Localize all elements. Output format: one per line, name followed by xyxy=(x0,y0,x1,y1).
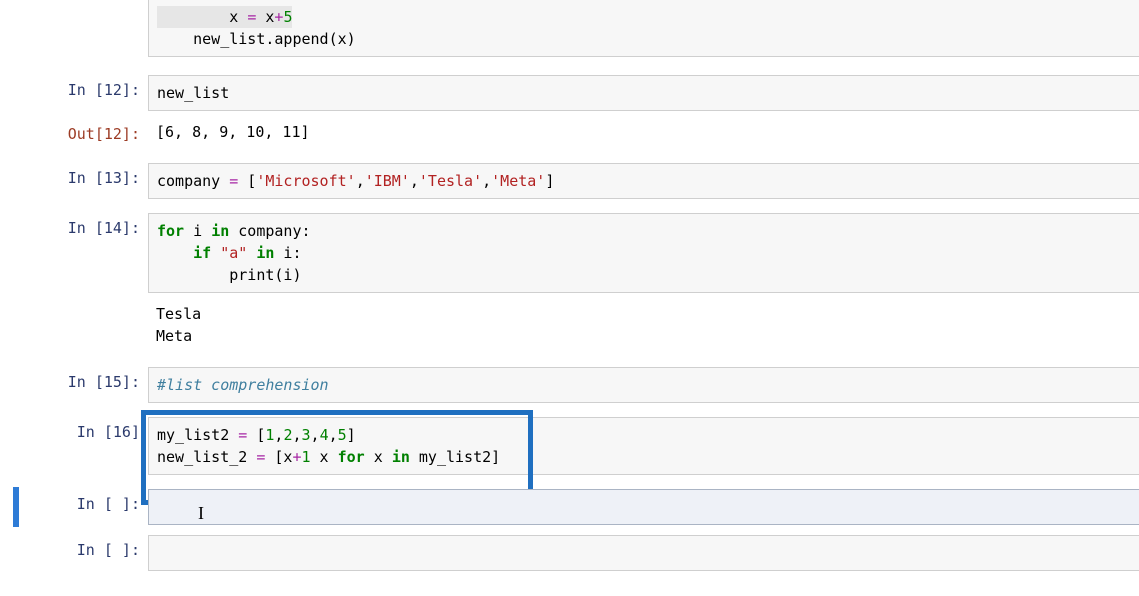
code-input[interactable]: company = ['Microsoft','IBM','Tesla','Me… xyxy=(148,163,1139,199)
prompt-empty xyxy=(0,301,148,307)
code-input[interactable]: for i in company: if "a" in i: print(i) xyxy=(148,213,1139,293)
output-cell-12: Out[12]: [6, 8, 9, 10, 11] xyxy=(0,119,1139,149)
code-cell-16[interactable]: In [16] my_list2 = [1,2,3,4,5] new_list_… xyxy=(0,417,1139,475)
prompt-in: In [15]: xyxy=(0,367,148,391)
code-input[interactable]: my_list2 = [1,2,3,4,5] new_list_2 = [x+1… xyxy=(148,417,1139,475)
prompt-out: Out[12]: xyxy=(0,119,148,143)
code-input[interactable] xyxy=(148,535,1139,571)
selection-bar xyxy=(13,487,19,527)
prompt-in: In [ ]: xyxy=(0,489,148,513)
prompt-in: In [12]: xyxy=(0,75,148,99)
prompt-in: In [13]: xyxy=(0,163,148,187)
code-cell-13[interactable]: In [13]: company = ['Microsoft','IBM','T… xyxy=(0,163,1139,199)
output-cell-14: Tesla Meta xyxy=(0,301,1139,353)
code-input[interactable] xyxy=(148,489,1139,525)
cell-output: [6, 8, 9, 10, 11] xyxy=(148,119,1139,149)
code-cell-14[interactable]: In [14]: for i in company: if "a" in i: … xyxy=(0,213,1139,293)
code-cell-empty[interactable]: In [ ]: xyxy=(0,535,1139,571)
notebook: x = x+5 new_list.append(x) In [12]: new_… xyxy=(0,0,1139,571)
prompt-in: In [16] xyxy=(0,417,148,441)
code-cell-15[interactable]: In [15]: #list comprehension xyxy=(0,367,1139,403)
cell-output: Tesla Meta xyxy=(148,301,1139,353)
code-input[interactable]: #list comprehension xyxy=(148,367,1139,403)
code-cell-12[interactable]: In [12]: new_list xyxy=(0,75,1139,111)
prompt-in xyxy=(0,0,148,6)
code-cell-empty-selected[interactable]: In [ ]: I xyxy=(0,489,1139,525)
code-input[interactable]: new_list xyxy=(148,75,1139,111)
code-input[interactable]: x = x+5 new_list.append(x) xyxy=(148,0,1139,57)
prompt-in: In [ ]: xyxy=(0,535,148,559)
code-cell[interactable]: x = x+5 new_list.append(x) xyxy=(0,0,1139,57)
prompt-in: In [14]: xyxy=(0,213,148,237)
